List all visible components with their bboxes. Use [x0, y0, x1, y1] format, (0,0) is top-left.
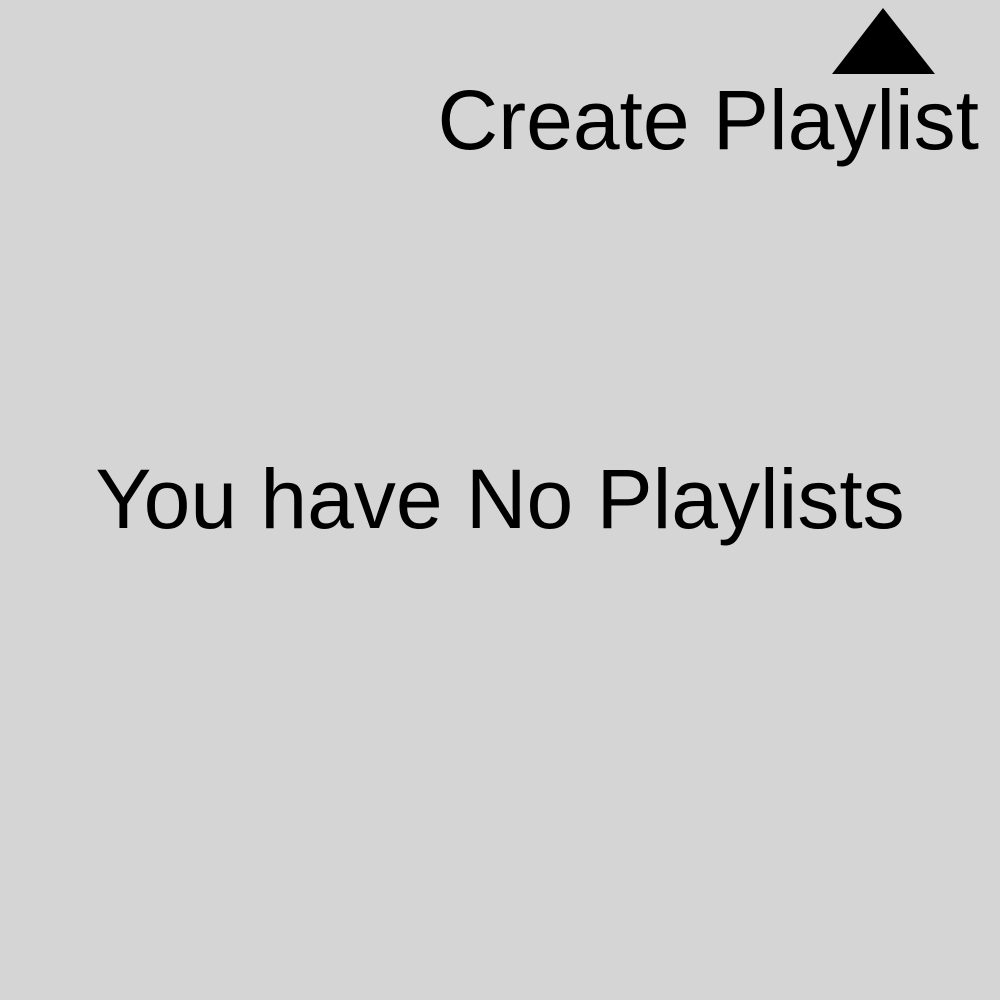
triangle-up-icon[interactable]: [832, 8, 935, 74]
create-playlist-button[interactable]: Create Playlist: [437, 78, 979, 162]
empty-state-message: You have No Playlists: [95, 452, 905, 546]
